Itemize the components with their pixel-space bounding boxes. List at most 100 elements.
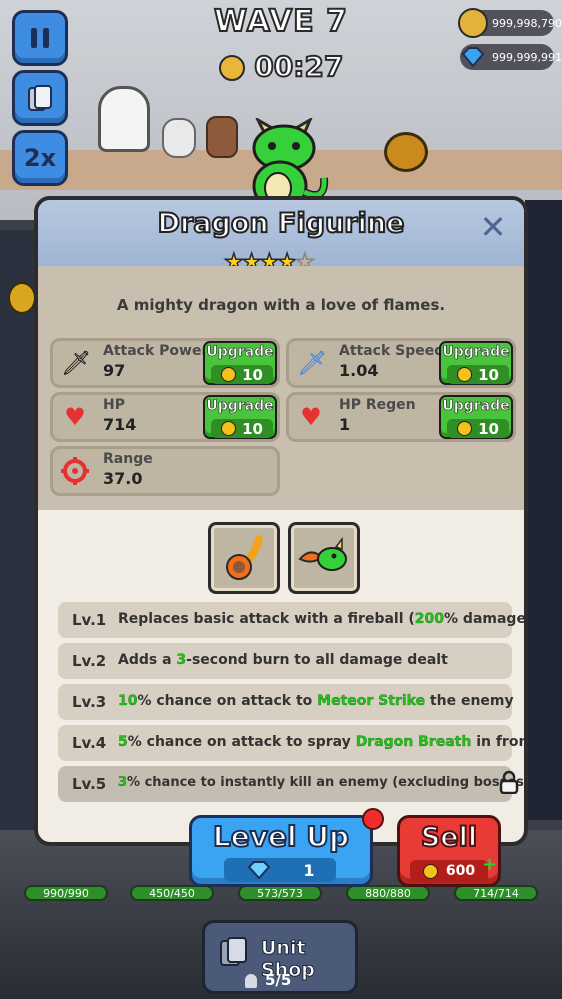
unit-detail-dialog: Dragon Figurine ✕ ★★★★★ A mighty dragon …	[34, 196, 528, 846]
crosshair-icon	[61, 457, 89, 485]
upgrade-cost: 10	[211, 365, 273, 384]
desc-text: Adds a	[118, 652, 177, 668]
gem-icon	[248, 861, 271, 880]
gold-coin-icon	[458, 8, 488, 38]
fireball-skill-icon[interactable]	[208, 522, 280, 594]
desc-text: the enemy	[425, 693, 514, 709]
dragon-breath-skill-icon[interactable]	[288, 522, 360, 594]
unit-description: A mighty dragon with a love of flames.	[116, 296, 446, 314]
upgrade-cost: 10	[447, 365, 509, 384]
sell-value: 600	[410, 860, 488, 882]
clock-icon	[218, 55, 245, 81]
unit-hp-bar: 714/714	[454, 885, 538, 901]
unit-count-value: 5/5	[265, 971, 292, 989]
cost-value: 10	[478, 419, 499, 438]
cards-icon	[28, 85, 52, 111]
highlight-text: 5	[118, 734, 128, 750]
heart-icon: ♥	[300, 403, 322, 431]
close-icon: ✕	[479, 208, 507, 246]
unit-hp-bar: 450/450	[130, 885, 214, 901]
stat-attack-speed: 🗡 Attack Speed 1.04 Upgrade 10	[286, 338, 516, 388]
upgrade-attack-speed-button[interactable]: Upgrade 10	[439, 341, 513, 385]
yellow-monster-enemy	[8, 282, 36, 314]
level-up-button[interactable]: Level Up 1	[189, 815, 373, 887]
coin-icon	[221, 367, 237, 382]
lock-icon	[498, 770, 520, 799]
cost-value: 10	[242, 419, 263, 438]
upgrade-cost: 10	[447, 419, 509, 438]
unit-name: Dragon Figurine	[157, 207, 406, 240]
stat-value: 97	[103, 361, 126, 380]
stat-label: Range	[103, 451, 153, 467]
level-label: Lv.1	[72, 611, 107, 629]
unit-shop-button[interactable]: Unit Shop 5/5	[202, 920, 358, 994]
level-up-cost: 1	[224, 858, 336, 882]
level-label: Lv.2	[72, 652, 107, 670]
upgrade-label: Upgrade	[442, 398, 510, 415]
level-2-row: Lv.2 Adds a 3-second burn to all damage …	[58, 643, 512, 679]
astronaut-figure	[98, 86, 150, 152]
robot-figure	[162, 118, 196, 158]
level-description: Adds a 3-second burn to all damage dealt	[118, 652, 448, 668]
unit-hp-bar: 880/880	[346, 885, 430, 901]
desc-text: % chance on attack to spray	[127, 734, 356, 750]
timer-value: 00:27	[253, 49, 344, 84]
stat-value: 714	[103, 415, 137, 434]
upgrade-attack-power-button[interactable]: Upgrade 10	[203, 341, 277, 385]
highlight-text: 3	[176, 652, 187, 668]
sell-button[interactable]: Sell 600 +	[397, 815, 501, 887]
coin-icon	[221, 421, 237, 436]
highlight-text: 3	[118, 775, 128, 790]
coin-icon	[457, 367, 473, 382]
gold-amount: 999,998,790	[492, 16, 562, 30]
desc-text: -second burn to all damage dealt	[186, 652, 448, 668]
plus-icon: +	[482, 854, 498, 875]
desc-text: % damage)	[444, 611, 528, 627]
blue-sword-icon: 🗡	[297, 349, 328, 377]
desc-text: in front	[476, 734, 528, 750]
level-3-row: Lv.3 10% chance on attack to Meteor Stri…	[58, 684, 514, 720]
gem-icon	[458, 42, 488, 72]
stat-range: Range 37.0	[50, 446, 280, 496]
stat-value: 37.0	[103, 469, 143, 488]
gem-amount: 999,999,991	[492, 50, 562, 64]
upgrade-label: Upgrade	[442, 344, 510, 361]
speed-button[interactable]: 2x	[12, 130, 68, 186]
highlight-text: Meteor Strike	[317, 693, 426, 709]
unit-count: 5/5	[245, 971, 291, 989]
level-description: 5% chance on attack to spray Dragon Brea…	[118, 734, 528, 750]
upgrade-label: Upgrade	[206, 344, 274, 361]
gem-counter: 999,999,991	[458, 42, 562, 72]
level-up-cost-value: 1	[303, 860, 315, 880]
desc-text: % chance to instantly kill an enemy (exc…	[127, 775, 528, 790]
highlight-text: 10	[118, 693, 138, 709]
level-label: Lv.4	[72, 734, 107, 752]
upgrade-hp-regen-button[interactable]: Upgrade 10	[439, 395, 513, 439]
sell-amount: 600	[445, 863, 476, 879]
speed-label: 2x	[23, 144, 57, 172]
sell-label: Sell	[420, 821, 478, 854]
upgrade-hp-button[interactable]: Upgrade 10	[203, 395, 277, 439]
level-up-label: Level Up	[212, 819, 350, 854]
level-5-row: Lv.5 3% chance to instantly kill an enem…	[58, 766, 524, 802]
right-wall	[525, 200, 562, 820]
heart-icon: ♥	[64, 403, 86, 431]
stat-value: 1	[339, 415, 351, 434]
notification-dot	[362, 808, 384, 830]
desc-text: Replaces basic attack with a fireball (	[118, 611, 415, 627]
cat-figure	[206, 116, 238, 158]
coin-icon	[457, 421, 473, 436]
stat-label: Attack Power	[103, 343, 209, 359]
highlight-text: 200	[414, 611, 445, 627]
stat-label: Attack Speed	[339, 343, 445, 359]
level-label: Lv.5	[72, 775, 107, 793]
level-description: 3% chance to instantly kill an enemy (ex…	[118, 775, 528, 790]
upgrade-cost: 10	[211, 419, 273, 438]
desc-text: % chance on attack to	[137, 693, 318, 709]
brown-monster-enemy	[384, 132, 428, 172]
stat-label: HP Regen	[339, 397, 416, 413]
stat-label: HP	[103, 397, 125, 413]
sword-icon: 🗡	[61, 349, 92, 377]
cost-value: 10	[242, 365, 263, 384]
close-button[interactable]: ✕	[478, 208, 508, 246]
